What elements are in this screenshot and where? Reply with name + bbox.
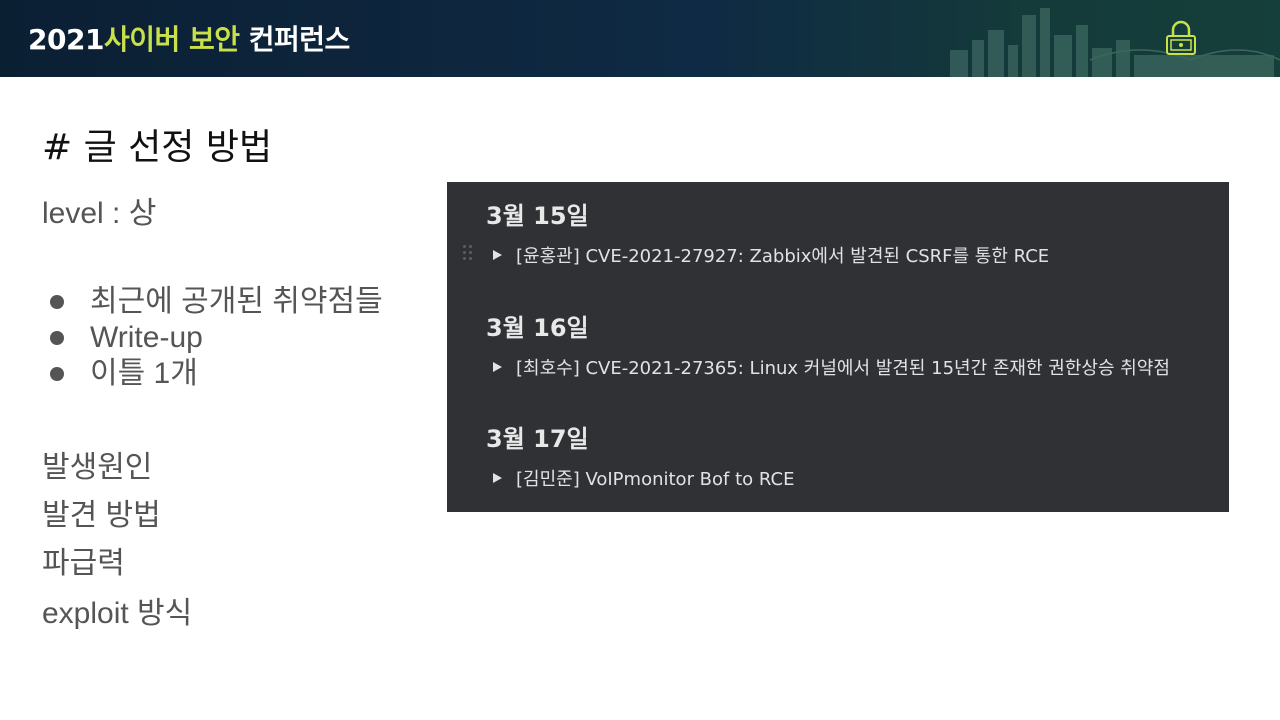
bullet-icon — [50, 295, 64, 309]
toggle-arrow-icon[interactable] — [493, 473, 502, 483]
bullet-icon — [50, 331, 64, 345]
criteria-exploit: exploit 방식 — [42, 597, 193, 630]
date-heading: 3월 16일 — [486, 314, 589, 342]
toggle-item-label: [윤홍관] CVE-2021-27927: Zabbix에서 발견된 CSRF를… — [516, 246, 1050, 267]
lock-icon — [1166, 20, 1196, 55]
slide-heading: # 글 선정 방법 — [42, 127, 273, 168]
bullet-icon — [50, 367, 64, 381]
list-item: Write-up — [42, 320, 383, 356]
toggle-item[interactable]: [김민준] VoIPmonitor Bof to RCE — [493, 465, 794, 491]
toggle-item[interactable]: [최호수] CVE-2021-27365: Linux 커널에서 발견된 15년… — [493, 354, 1170, 380]
conference-suffix: 컨퍼런스 — [239, 23, 351, 56]
date-heading: 3월 17일 — [486, 425, 589, 453]
writeup-schedule-panel: 3월 15일 [윤홍관] CVE-2021-27927: Zabbix에서 발견… — [447, 182, 1229, 512]
conference-title: 2021사이버 보안 컨퍼런스 — [28, 18, 350, 58]
toggle-item[interactable]: [윤홍관] CVE-2021-27927: Zabbix에서 발견된 CSRF를… — [493, 242, 1049, 268]
conference-banner: 2021사이버 보안 컨퍼런스 — [0, 0, 1280, 77]
toggle-arrow-icon[interactable] — [493, 250, 502, 260]
city-skyline-icon — [950, 8, 1280, 77]
criteria-impact: 파급력 — [42, 547, 125, 580]
toggle-item-label: [최호수] CVE-2021-27365: Linux 커널에서 발견된 15년… — [516, 358, 1170, 379]
difficulty-level: level : 상 — [42, 197, 157, 230]
list-item: 이틀 1개 — [42, 356, 383, 392]
date-heading: 3월 15일 — [486, 202, 589, 230]
drag-handle-icon[interactable] — [463, 245, 473, 261]
toggle-item-label: [김민준] VoIPmonitor Bof to RCE — [516, 469, 795, 490]
list-item: 최근에 공개된 취약점들 — [42, 284, 383, 320]
conference-highlight: 사이버 보안 — [103, 23, 240, 56]
criteria-cause: 발생원인 — [42, 451, 153, 484]
toggle-arrow-icon[interactable] — [493, 362, 502, 372]
selection-bullet-list: 최근에 공개된 취약점들 Write-up 이틀 1개 — [42, 284, 383, 392]
conference-year: 2021 — [28, 23, 104, 56]
criteria-discovery: 발견 방법 — [42, 499, 161, 532]
